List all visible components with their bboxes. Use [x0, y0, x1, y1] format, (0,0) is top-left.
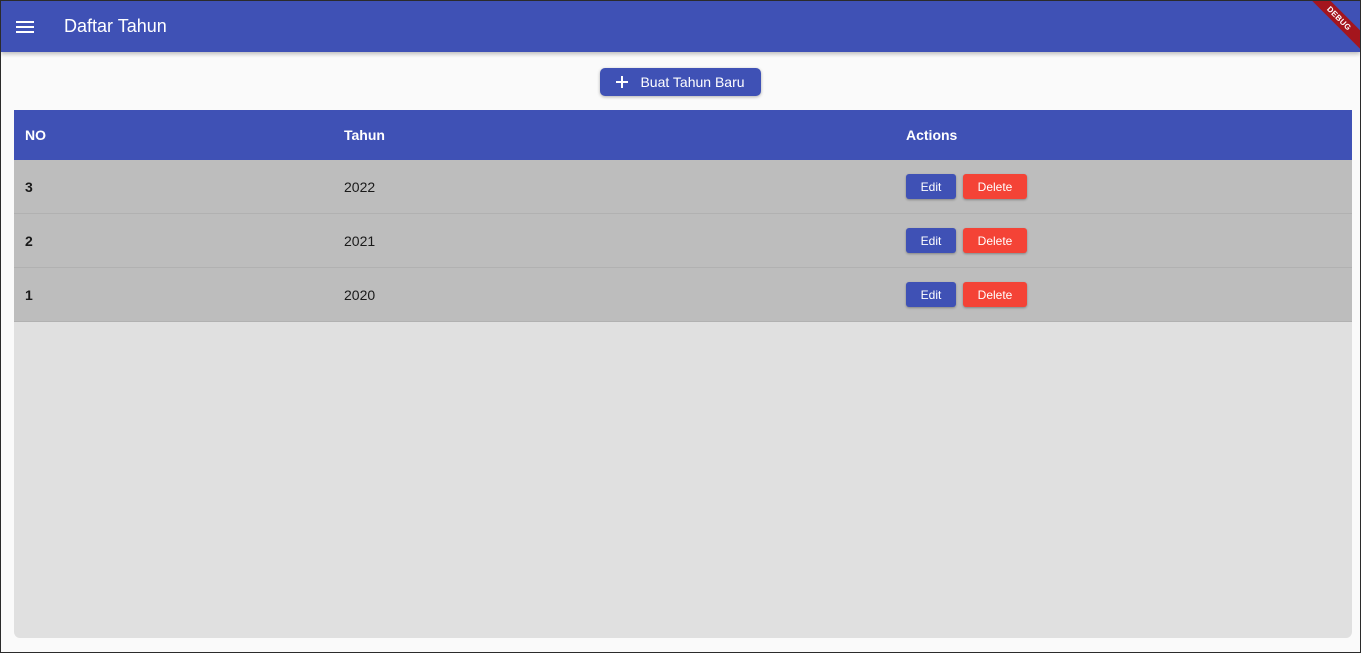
cell-no: 3: [25, 178, 33, 195]
cell-tahun: 2020: [344, 286, 376, 303]
app-bar: Daftar Tahun: [1, 1, 1360, 52]
table-row: 2 2021 Edit Delete: [14, 214, 1352, 268]
cell-actions: Edit Delete: [895, 228, 1352, 253]
new-year-button[interactable]: Buat Tahun Baru: [600, 67, 761, 96]
cell-no: 2: [25, 232, 33, 249]
debug-banner: DEBUG: [1300, 1, 1360, 61]
cell-actions: Edit Delete: [895, 174, 1352, 199]
table-row: 1 2020 Edit Delete: [14, 268, 1352, 322]
header-tahun: Tahun: [344, 127, 385, 143]
menu-icon: [16, 20, 34, 33]
new-year-button-label: Buat Tahun Baru: [640, 73, 745, 90]
menu-button[interactable]: [1, 1, 49, 52]
delete-button[interactable]: Delete: [963, 282, 1027, 307]
table-header: NO Tahun Actions: [14, 110, 1352, 160]
cell-tahun: 2021: [344, 232, 376, 249]
cell-actions: Edit Delete: [895, 282, 1352, 307]
header-no: NO: [25, 127, 46, 143]
debug-banner-label: DEBUG: [1303, 1, 1360, 54]
cell-tahun: 2022: [344, 178, 376, 195]
page-title: Daftar Tahun: [64, 16, 167, 36]
edit-button[interactable]: Edit: [906, 228, 956, 253]
app-window: Daftar Tahun DEBUG Buat Tahun Baru NO Ta…: [0, 0, 1361, 653]
delete-button[interactable]: Delete: [963, 228, 1027, 253]
edit-button[interactable]: Edit: [906, 174, 956, 199]
table-row: 3 2022 Edit Delete: [14, 160, 1352, 214]
cell-no: 1: [25, 286, 33, 303]
year-table: NO Tahun Actions 3 2022 Edit Delete 2 20…: [14, 110, 1352, 638]
delete-button[interactable]: Delete: [963, 174, 1027, 199]
edit-button[interactable]: Edit: [906, 282, 956, 307]
toolbar: Buat Tahun Baru: [1, 52, 1360, 110]
plus-icon: [616, 75, 629, 88]
header-actions: Actions: [906, 127, 958, 143]
